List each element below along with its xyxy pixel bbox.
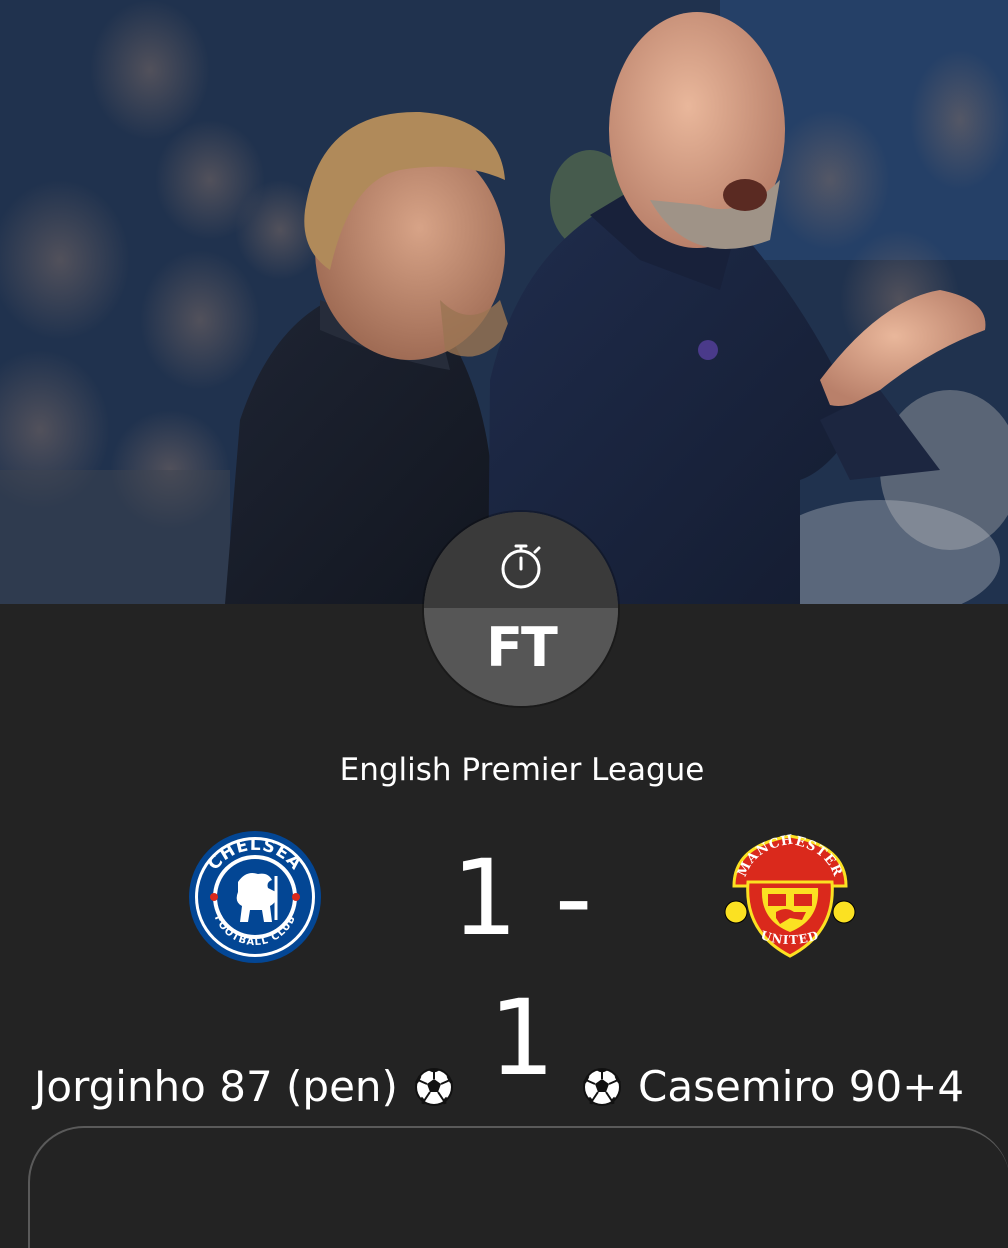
soccer-ball-icon: [414, 1067, 454, 1106]
away-scorer[interactable]: Casemiro 90+4: [582, 1062, 964, 1111]
details-card: [28, 1126, 1008, 1248]
stopwatch-icon: [501, 544, 541, 589]
away-scorer-text: Casemiro 90+4: [638, 1062, 965, 1111]
home-scorer-text: Jorginho 87 (pen): [34, 1062, 398, 1111]
home-scorer[interactable]: Jorginho 87 (pen): [34, 1062, 454, 1111]
soccer-ball-icon: [582, 1067, 622, 1106]
manchester-united-crest-logo[interactable]: MANCHESTER UNITED: [720, 828, 860, 968]
match-status-text: FT: [486, 616, 558, 679]
chelsea-crest-logo[interactable]: CHELSEA FOOTBALL CLUB: [188, 830, 322, 964]
competition-name[interactable]: English Premier League: [0, 752, 1008, 788]
